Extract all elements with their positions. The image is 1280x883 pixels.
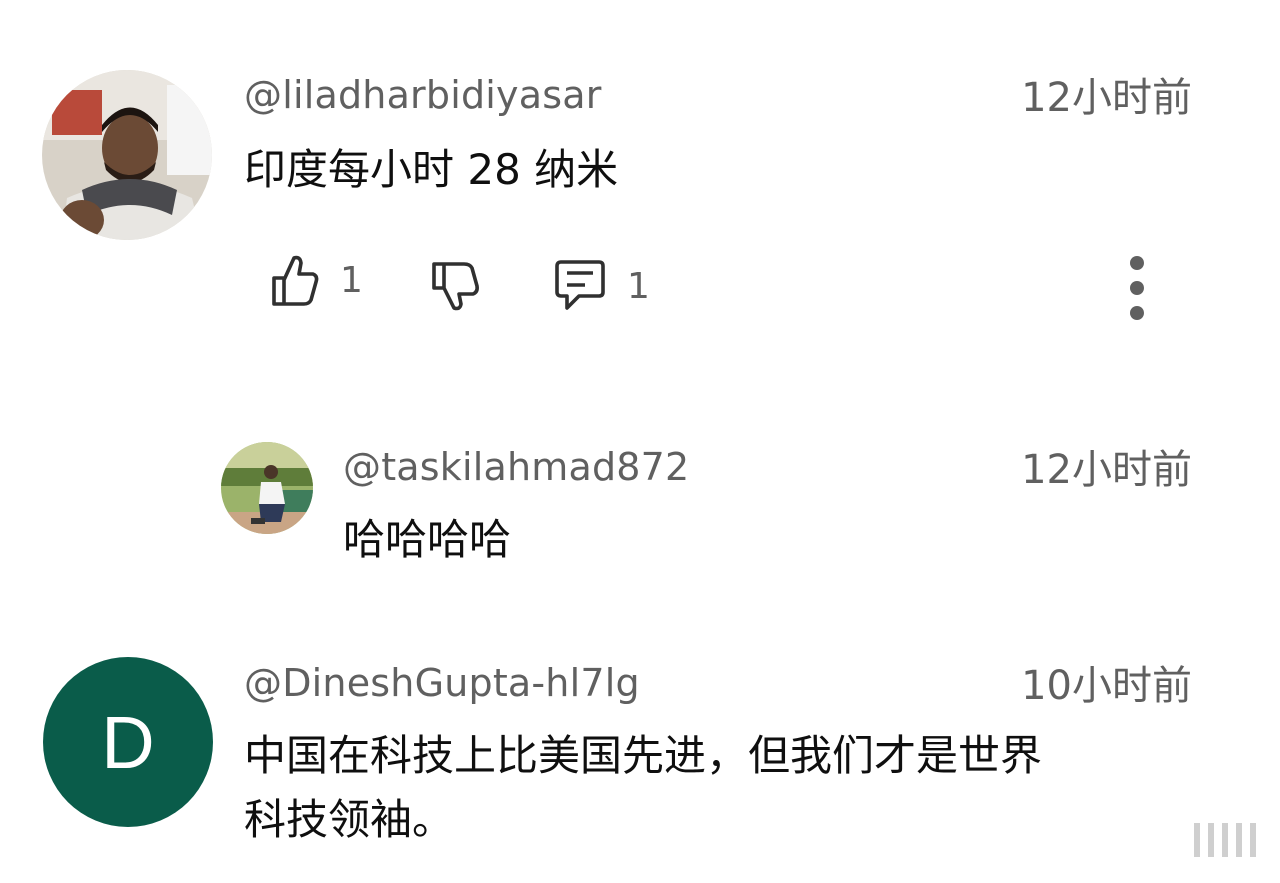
comment-author[interactable]: @DineshGupta-hl7lg <box>244 664 640 702</box>
comment-text-line: 中国在科技上比美国先进，但我们才是世界 <box>244 731 1043 780</box>
watermark <box>1194 823 1256 857</box>
comment-time: 10小时前 <box>1021 663 1192 709</box>
comment-author[interactable]: @liladharbidiyasar <box>244 76 602 114</box>
avatar[interactable]: D <box>43 657 213 827</box>
comment-author[interactable]: @taskilahmad872 <box>343 448 689 486</box>
dislike-button[interactable] <box>430 260 482 314</box>
like-count: 1 <box>340 259 363 301</box>
like-button[interactable]: 1 <box>270 252 363 308</box>
reply-button[interactable]: 1 <box>553 258 650 314</box>
comment-icon <box>555 260 605 310</box>
comment-time: 12小时前 <box>1021 75 1192 121</box>
reply-count: 1 <box>627 265 650 307</box>
avatar[interactable] <box>221 442 313 534</box>
thumbs-up-icon <box>272 255 319 306</box>
comment-time: 12小时前 <box>1021 447 1192 493</box>
thumbs-down-icon <box>432 262 479 311</box>
avatar[interactable] <box>42 70 212 240</box>
comment-text-line: 科技领袖。 <box>244 795 455 844</box>
comment-text: 印度每小时 28 纳米 <box>244 145 619 194</box>
comment-text: 哈哈哈哈 <box>343 515 512 564</box>
avatar-letter: D <box>101 700 155 784</box>
more-vertical-icon[interactable] <box>1117 256 1157 320</box>
